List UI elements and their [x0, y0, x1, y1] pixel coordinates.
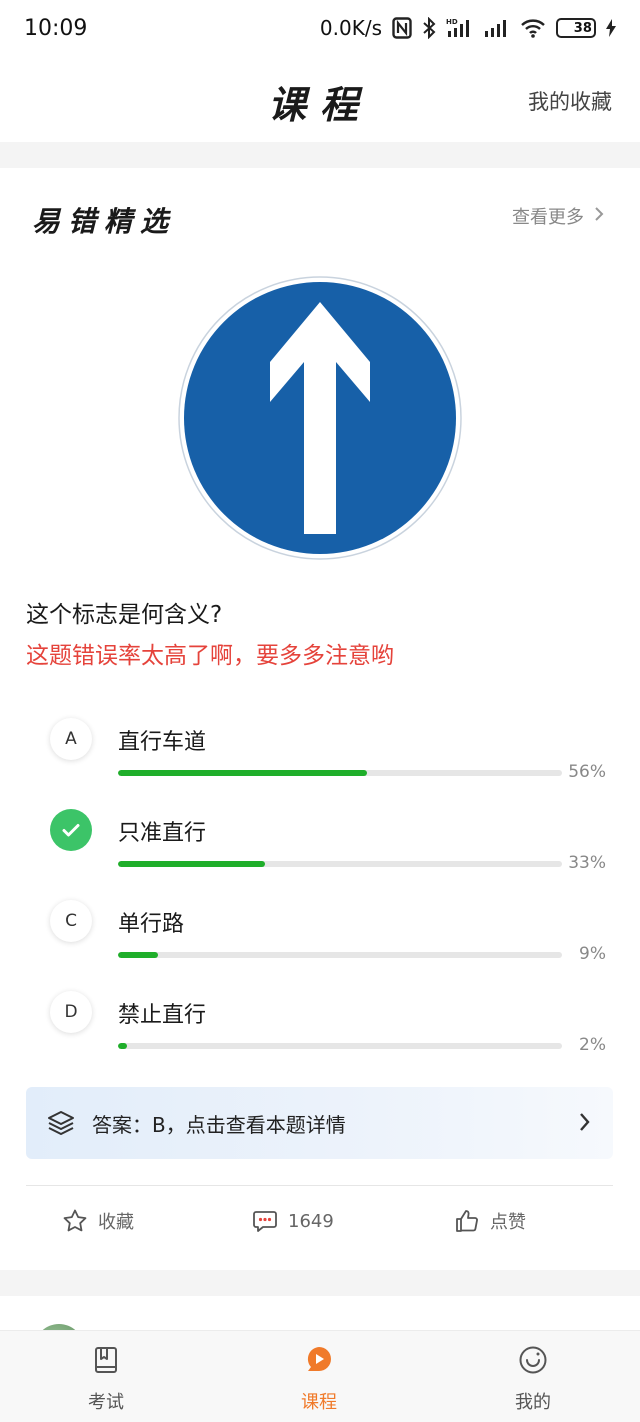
bluetooth-icon [422, 17, 436, 39]
option-a[interactable]: A 直行车道 56% [0, 718, 640, 788]
option-progress-track [118, 1043, 562, 1049]
option-progress-track [118, 861, 562, 867]
straight-only-sign-image [178, 276, 462, 560]
section-title: 易错精选 [32, 205, 177, 238]
divider [26, 1185, 613, 1186]
option-letter-badge: C [50, 900, 92, 942]
like-label: 点赞 [490, 1212, 526, 1233]
bottom-tab-bar: 考试 课程 我的 [0, 1330, 640, 1422]
view-more-link[interactable]: 查看更多 [512, 203, 604, 229]
tab-label: 我的 [515, 1392, 551, 1413]
question-text: 这个标志是何含义? [26, 602, 223, 628]
check-icon [50, 809, 92, 851]
hd-signal-icon: HD [446, 17, 474, 39]
option-b[interactable]: 只准直行 33% [0, 809, 640, 879]
option-letter-badge: D [50, 991, 92, 1033]
option-progress-fill [118, 952, 158, 958]
option-percent: 56% [568, 762, 606, 782]
thumbs-up-icon [454, 1208, 480, 1234]
tab-mine[interactable]: 我的 [473, 1345, 593, 1414]
comments-button[interactable]: 1649 [252, 1208, 334, 1234]
my-favorites-link[interactable]: 我的收藏 [528, 86, 612, 116]
option-d[interactable]: D 禁止直行 2% [0, 991, 640, 1061]
book-icon [91, 1345, 121, 1380]
option-progress-track [118, 770, 562, 776]
layers-icon [46, 1109, 76, 1137]
wifi-icon [520, 17, 546, 39]
smiley-icon [518, 1345, 548, 1380]
status-bar: 10:09 0.0K/s HD 38 [0, 0, 640, 56]
nfc-icon [392, 17, 412, 39]
view-more-label: 查看更多 [512, 207, 584, 228]
option-c[interactable]: C 单行路 9% [0, 900, 640, 970]
battery-level: 38 [573, 20, 592, 36]
error-rate-hint: 这题错误率太高了啊，要多多注意哟 [26, 643, 394, 669]
like-button[interactable]: 点赞 [454, 1208, 526, 1234]
option-progress-track [118, 952, 562, 958]
status-time: 10:09 [24, 15, 88, 41]
header: 课程 我的收藏 [0, 56, 640, 142]
option-progress-fill [118, 1043, 127, 1049]
chevron-right-icon [594, 206, 604, 227]
option-text: 单行路 [118, 912, 185, 937]
star-icon [62, 1208, 88, 1234]
option-percent: 2% [579, 1035, 606, 1055]
option-progress-fill [118, 861, 265, 867]
option-progress-fill [118, 770, 367, 776]
option-text: 直行车道 [118, 730, 207, 755]
question-card: 易错精选 查看更多 这个标志是何含义? 这题错误率太高了啊，要多多注意哟 A 直… [0, 168, 640, 1270]
chevron-right-icon [579, 1112, 591, 1132]
play-bubble-icon [304, 1345, 334, 1380]
option-percent: 33% [568, 853, 606, 873]
answer-detail-bar[interactable]: 答案：B，点击查看本题详情 [26, 1087, 613, 1159]
tab-label: 考试 [88, 1392, 124, 1413]
option-text: 禁止直行 [118, 1003, 207, 1028]
charging-icon [606, 19, 616, 37]
svg-text:HD: HD [446, 18, 458, 26]
option-text: 只准直行 [118, 821, 207, 846]
favorite-button[interactable]: 收藏 [62, 1208, 134, 1234]
network-speed: 0.0K/s [319, 16, 382, 40]
battery-icon: 38 [556, 18, 596, 38]
comment-count: 1649 [288, 1210, 334, 1232]
tab-course[interactable]: 课程 [259, 1345, 379, 1414]
option-letter-badge: A [50, 718, 92, 760]
option-percent: 9% [579, 944, 606, 964]
signal-icon [484, 17, 510, 39]
favorite-label: 收藏 [98, 1212, 134, 1233]
answer-text: 答案：B，点击查看本题详情 [92, 1112, 346, 1137]
tab-label: 课程 [301, 1392, 337, 1413]
comment-icon [252, 1208, 278, 1234]
status-icons: 0.0K/s HD 38 [320, 16, 616, 40]
tab-exam[interactable]: 考试 [46, 1345, 166, 1414]
